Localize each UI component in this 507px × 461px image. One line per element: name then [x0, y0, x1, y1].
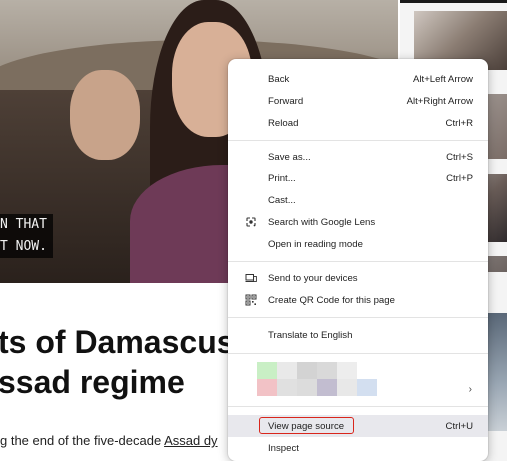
caption-line-1: N THAT [0, 214, 53, 236]
extension-swatch [257, 362, 277, 379]
menu-item-label: Print... [268, 173, 296, 184]
menu-separator [228, 406, 488, 407]
menu-item-label: Forward [268, 96, 304, 107]
menu-separator [228, 317, 488, 318]
devices-icon [245, 272, 257, 284]
extension-swatch [317, 379, 337, 396]
menu-item-back[interactable]: Back Alt+Left Arrow [228, 68, 488, 90]
menu-item-label: Back [268, 74, 290, 85]
video-caption: N THAT T NOW. [0, 214, 53, 258]
menu-item-save-as[interactable]: Save as... Ctrl+S [228, 146, 488, 168]
menu-item-view-source[interactable]: View page source Ctrl+U [228, 415, 488, 437]
menu-item-qr-code[interactable]: Create QR Code for this page [228, 289, 488, 311]
article-subtext: g the end of the five-decade Assad dy [0, 433, 218, 448]
extension-swatch [257, 379, 277, 396]
extension-swatch [277, 379, 297, 396]
menu-item-search-lens[interactable]: Search with Google Lens [228, 211, 488, 233]
assad-link[interactable]: Assad dy [164, 433, 217, 448]
menu-item-print[interactable]: Print... Ctrl+P [228, 167, 488, 189]
menu-item-reading-mode[interactable]: Open in reading mode [228, 233, 488, 255]
menu-separator [228, 261, 488, 262]
menu-item-label: Save as... [268, 152, 311, 163]
menu-item-label: Cast... [268, 195, 296, 206]
menu-item-label: View page source [268, 421, 345, 432]
video-man [70, 70, 140, 160]
headline-line-2: ssad regime [0, 364, 185, 400]
article-headline: ts of Damascus ssad regime [0, 322, 235, 402]
caption-line-2: T NOW. [0, 236, 53, 258]
extension-swatch [337, 379, 357, 396]
menu-item-cast[interactable]: Cast... [228, 189, 488, 211]
menu-item-label: Send to your devices [268, 273, 358, 284]
extension-icons[interactable] [257, 362, 387, 396]
menu-item-shortcut: Alt+Right Arrow [406, 96, 473, 107]
qr-code-icon [245, 294, 257, 306]
menu-item-inspect[interactable]: Inspect [228, 437, 488, 459]
menu-item-shortcut: Alt+Left Arrow [413, 74, 473, 85]
subtext-prefix: g the end of the five-decade [0, 433, 165, 448]
extension-swatch [277, 362, 297, 379]
extension-swatch [317, 362, 337, 379]
extension-swatch [357, 379, 377, 396]
menu-separator [228, 353, 488, 354]
menu-item-label: Reload [268, 118, 299, 129]
menu-item-label: Translate to English [268, 330, 353, 341]
menu-separator [228, 140, 488, 141]
menu-item-shortcut: Ctrl+P [446, 173, 473, 184]
menu-item-label: Search with Google Lens [268, 217, 376, 228]
menu-item-label: Create QR Code for this page [268, 295, 395, 306]
context-menu: Back Alt+Left Arrow Forward Alt+Right Ar… [228, 59, 488, 461]
menu-item-reload[interactable]: Reload Ctrl+R [228, 112, 488, 134]
menu-item-shortcut: Ctrl+S [446, 152, 473, 163]
menu-item-translate[interactable]: Translate to English [228, 324, 488, 346]
menu-item-label: Open in reading mode [268, 239, 363, 250]
menu-item-label: Inspect [268, 443, 299, 454]
menu-item-shortcut: Ctrl+U [445, 421, 473, 432]
chevron-right-icon[interactable]: › [469, 384, 472, 395]
menu-item-forward[interactable]: Forward Alt+Right Arrow [228, 90, 488, 112]
sidebar-top-rule [400, 0, 507, 3]
headline-line-1: ts of Damascus [0, 324, 235, 360]
extension-swatch [337, 362, 357, 379]
menu-item-send-devices[interactable]: Send to your devices [228, 267, 488, 289]
extension-swatch [297, 379, 317, 396]
lens-icon [245, 216, 257, 228]
menu-item-shortcut: Ctrl+R [445, 118, 473, 129]
extension-swatch [297, 362, 317, 379]
